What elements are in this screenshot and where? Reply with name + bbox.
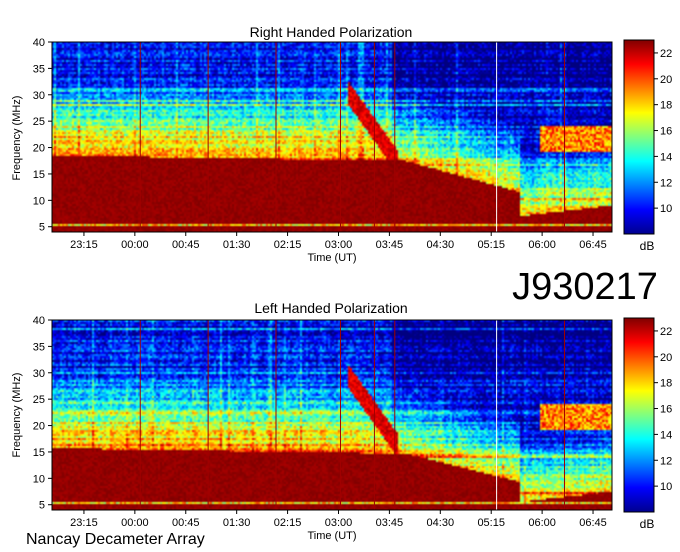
y-tick-label: 15 bbox=[33, 447, 45, 459]
colorbar-tick-label: 22 bbox=[660, 48, 672, 60]
spectrogram-image bbox=[52, 42, 612, 232]
colorbar-gradient bbox=[623, 39, 655, 235]
x-tick-label: 02:15 bbox=[274, 239, 302, 251]
y-tick-label: 20 bbox=[33, 143, 45, 155]
observation-id: J930217 bbox=[512, 266, 658, 308]
x-tick-label: 00:00 bbox=[121, 239, 149, 251]
x-tick-label: 00:45 bbox=[172, 517, 200, 529]
y-tick-label: 30 bbox=[33, 368, 45, 380]
x-tick-label: 01:30 bbox=[223, 517, 251, 529]
y-tick-label: 25 bbox=[33, 394, 45, 406]
colorbar-tick-label: 18 bbox=[660, 378, 672, 390]
colorbar-tick-label: 22 bbox=[660, 326, 672, 338]
y-tick-label: 35 bbox=[33, 63, 45, 75]
y-tick-label: 40 bbox=[33, 315, 45, 327]
x-tick-label: 06:00 bbox=[528, 517, 556, 529]
instrument-name: Nancay Decameter Array bbox=[26, 531, 205, 548]
x-tick-label: 02:15 bbox=[274, 517, 302, 529]
colorbar-unit: dB bbox=[640, 517, 655, 531]
y-tick-label: 25 bbox=[33, 116, 45, 128]
spectrogram-left bbox=[51, 319, 613, 511]
y-tick-label: 40 bbox=[33, 37, 45, 49]
colorbar-tick-label: 10 bbox=[660, 481, 672, 493]
x-tick-label: 05:15 bbox=[477, 239, 505, 251]
colorbar-tick-label: 16 bbox=[660, 404, 672, 416]
x-axis-label-right: Time (UT) bbox=[307, 252, 356, 264]
colorbar-tick-label: 10 bbox=[660, 203, 672, 215]
colorbar-right: 10 12 14 16 18 20 22 dB bbox=[623, 39, 672, 253]
x-tick-label: 00:00 bbox=[121, 517, 149, 529]
colorbar-tick-label: 12 bbox=[660, 455, 672, 467]
x-axis-left: 23:15 00:00 00:45 01:30 02:15 03:00 03:45 04:30… bbox=[70, 510, 607, 529]
x-tick-label: 05:15 bbox=[477, 517, 505, 529]
x-axis-label-left: Time (UT) bbox=[307, 530, 356, 542]
x-axis-right: 23:15 00:00 00:45 01:30 02:15 03:00 03:45 04:30… bbox=[70, 232, 607, 251]
y-tick-label: 5 bbox=[39, 222, 45, 234]
x-tick-label: 06:00 bbox=[528, 239, 556, 251]
y-tick-label: 5 bbox=[39, 500, 45, 512]
panel-title-right: Right Handed Polarization bbox=[250, 24, 413, 40]
left-polarization-panel: Left Handed Polarization 5 10 15 20 25 30 35 40… bbox=[11, 300, 672, 542]
right-polarization-panel: Right Handed Polarization 5 10 15 20 25 30 35 4… bbox=[11, 24, 672, 264]
y-tick-label: 15 bbox=[33, 169, 45, 181]
x-tick-label: 03:45 bbox=[376, 239, 404, 251]
x-tick-label: 06:45 bbox=[579, 239, 607, 251]
y-tick-label: 35 bbox=[33, 341, 45, 353]
colorbar-tick-label: 14 bbox=[660, 151, 672, 163]
y-axis-right: 5 10 15 20 25 30 35 40 bbox=[33, 37, 52, 234]
dynamic-spectrum-figure: Right Handed Polarization 5 10 15 20 25 30 35 4… bbox=[11, 24, 672, 548]
y-tick-label: 20 bbox=[33, 421, 45, 433]
y-tick-label: 10 bbox=[33, 195, 45, 207]
colorbar-tick-label: 18 bbox=[660, 100, 672, 112]
x-tick-label: 03:00 bbox=[325, 517, 353, 529]
x-tick-label: 04:30 bbox=[427, 239, 455, 251]
x-tick-label: 06:45 bbox=[579, 517, 607, 529]
panel-title-left: Left Handed Polarization bbox=[254, 300, 407, 316]
y-tick-label: 30 bbox=[33, 90, 45, 102]
colorbar-left: 10 12 14 16 18 20 22 dB bbox=[623, 317, 672, 531]
colorbar-tick-label: 16 bbox=[660, 126, 672, 138]
y-axis-label-right: Frequency (MHz) bbox=[11, 96, 23, 181]
x-tick-label: 23:15 bbox=[70, 517, 98, 529]
x-tick-label: 00:45 bbox=[172, 239, 200, 251]
colorbar-tick-label: 12 bbox=[660, 177, 672, 189]
colorbar-tick-label: 20 bbox=[660, 352, 672, 364]
colorbar-unit: dB bbox=[640, 239, 655, 253]
y-axis-left: 5 10 15 20 25 30 35 40 bbox=[33, 315, 52, 512]
x-tick-label: 03:45 bbox=[376, 517, 404, 529]
x-tick-label: 03:00 bbox=[325, 239, 353, 251]
y-axis-label-left: Frequency (MHz) bbox=[11, 373, 23, 458]
spectrogram-right bbox=[51, 41, 613, 233]
colorbar-gradient bbox=[623, 317, 655, 513]
spectrogram-image bbox=[52, 320, 612, 510]
x-tick-label: 01:30 bbox=[223, 239, 251, 251]
colorbar-tick-label: 14 bbox=[660, 429, 672, 441]
y-tick-label: 10 bbox=[33, 473, 45, 485]
x-tick-label: 04:30 bbox=[427, 517, 455, 529]
colorbar-tick-label: 20 bbox=[660, 74, 672, 86]
x-tick-label: 23:15 bbox=[70, 239, 98, 251]
